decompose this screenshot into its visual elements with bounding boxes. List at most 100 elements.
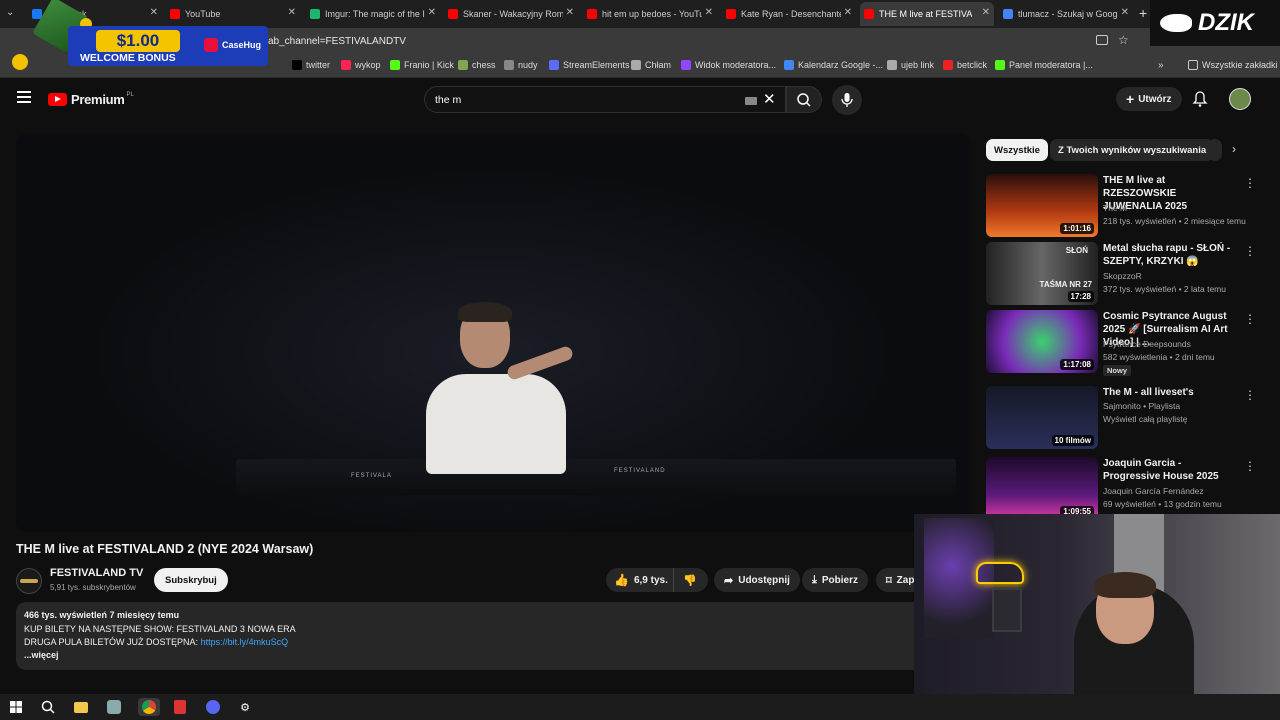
chip-from-search[interactable]: Z Twoich wyników wyszukiwania: [1050, 139, 1215, 161]
bookmark-item[interactable]: ujeb link: [887, 60, 934, 70]
file-explorer-icon[interactable]: [72, 698, 90, 716]
browser-tab[interactable]: Skaner - Wakacyjny Roma ✕: [444, 2, 578, 26]
recommendation-channel[interactable]: Sajmonito • Playlista: [1103, 401, 1180, 411]
recommendation-item[interactable]: 1:01:16 THE M live at RZESZOWSKIE JUWENAL…: [986, 174, 1256, 238]
close-tab-icon[interactable]: ✕: [844, 7, 852, 18]
browser-tab[interactable]: tlumacz - Szukaj w Googl ✕: [999, 2, 1133, 26]
chevron-right-icon[interactable]: ›: [1232, 142, 1236, 156]
dislike-button[interactable]: 👎: [674, 574, 697, 587]
more-actions-icon[interactable]: ⋮: [1244, 176, 1256, 190]
recommendation-title[interactable]: Joaquin Garcia - Progressive House 2025: [1103, 457, 1238, 483]
notifications-bell-icon[interactable]: [1192, 90, 1208, 113]
youtube-logo[interactable]: Premium PL: [48, 92, 134, 107]
close-tab-icon[interactable]: ✕: [428, 7, 436, 18]
search-input[interactable]: the m: [435, 94, 461, 106]
discord-icon[interactable]: [204, 698, 222, 716]
close-tab-icon[interactable]: ✕: [982, 7, 990, 18]
close-tab-icon[interactable]: ✕: [705, 7, 713, 18]
video-player[interactable]: FESTIVALA FESTIVALAND: [16, 134, 970, 532]
video-thumbnail[interactable]: 1:01:16: [986, 174, 1098, 237]
description-box[interactable]: 466 tys. wyświetleń 7 miesięcy temu KUP …: [16, 602, 970, 670]
new-tab-button[interactable]: +: [1139, 5, 1147, 21]
recommendation-item[interactable]: SŁOŃ TAŚMA NR 27 17:28 Metal słucha rapu - …: [986, 242, 1256, 306]
wykop-icon: [341, 60, 351, 70]
more-actions-icon[interactable]: ⋮: [1244, 312, 1256, 326]
close-tab-icon[interactable]: ✕: [566, 7, 574, 18]
kick-icon: [390, 60, 400, 70]
bookmark-item[interactable]: betclick: [943, 60, 987, 70]
download-button[interactable]: ⤓ Pobierz: [802, 568, 868, 592]
bookmark-item[interactable]: StreamElements: [549, 60, 630, 70]
avatar[interactable]: [1229, 88, 1251, 110]
bookmark-item[interactable]: nudy: [504, 60, 538, 70]
subscribe-button[interactable]: Subskrybuj: [154, 568, 228, 592]
more-bookmarks-icon[interactable]: »: [1158, 60, 1164, 71]
chip-all[interactable]: Wszystkie: [986, 139, 1048, 161]
install-app-icon[interactable]: [1096, 35, 1108, 45]
bookmark-item[interactable]: Franio | Kick: [390, 60, 454, 70]
close-tab-icon[interactable]: ✕: [1121, 7, 1129, 18]
browser-tab[interactable]: hit em up bedoes - YouTu ✕: [583, 2, 717, 26]
app-icon[interactable]: [171, 698, 189, 716]
search-box[interactable]: the m ✕: [424, 86, 786, 113]
save-button[interactable]: ⌑ Zap: [876, 568, 914, 592]
recommendation-item[interactable]: 1:09:55 Joaquin Garcia - Progressive Hous…: [986, 457, 1256, 521]
description-link[interactable]: https://bit.ly/4mkuScQ: [201, 637, 289, 647]
recommendation-channel[interactable]: Psytrance Deepsounds: [1103, 339, 1191, 349]
browser-tab[interactable]: THE M live at FESTIVA ✕: [860, 2, 994, 26]
recommendation-channel[interactable]: SkopzzoR: [1103, 271, 1142, 281]
browser-tab[interactable]: Imgur: The magic of the I ✕: [306, 2, 440, 26]
more-actions-icon[interactable]: ⋮: [1244, 244, 1256, 258]
bookmark-label: Chłam: [645, 60, 672, 70]
show-more-button[interactable]: ...więcej: [24, 650, 59, 660]
search-button[interactable]: [786, 86, 822, 113]
like-button[interactable]: 👍 6,9 tys.: [606, 568, 674, 592]
youtube-page: Premium PL the m ✕ + Utwórz FESTIVALA FE…: [0, 80, 1280, 694]
recommendation-channel[interactable]: Joaquin García Fernández: [1103, 486, 1204, 496]
bookmark-item[interactable]: Widok moderatora...: [681, 60, 776, 70]
channel-name[interactable]: FESTIVALAND TV: [50, 567, 143, 579]
recommendation-item[interactable]: 1:17:08 Cosmic Psytrance August 2025 🚀 [S…: [986, 310, 1256, 376]
bookmark-item[interactable]: twitter: [292, 60, 330, 70]
casino-ad-overlay[interactable]: $1.00 WELCOME BONUS CaseHug: [0, 0, 268, 78]
settings-gear-icon[interactable]: ⚙: [236, 698, 254, 716]
recommendation-item[interactable]: 10 filmów The M - all liveset's Sajmonito …: [986, 386, 1256, 450]
more-actions-icon[interactable]: ⋮: [1244, 388, 1256, 402]
recommendation-channel[interactable]: The M: [1103, 203, 1127, 213]
channel-avatar[interactable]: [16, 568, 42, 594]
voice-search-button[interactable]: [832, 85, 862, 115]
bookmark-label: Widok moderatora...: [695, 60, 777, 70]
bookmark-star-icon[interactable]: ☆: [1118, 33, 1129, 47]
search-icon: [797, 93, 811, 107]
bookmark-item[interactable]: chess: [458, 60, 496, 70]
bookmark-item[interactable]: Panel moderatora |...: [995, 60, 1093, 70]
more-actions-icon[interactable]: ⋮: [1244, 459, 1256, 473]
browser-tab[interactable]: Kate Ryan - Desenchante ✕: [722, 2, 856, 26]
download-icon: ⤓: [812, 573, 817, 586]
description-line: KUP BILETY NA NASTĘPNE SHOW: FESTIVALAND…: [24, 624, 296, 634]
all-bookmarks-button[interactable]: Wszystkie zakładki: [1188, 60, 1278, 70]
bookmark-item[interactable]: wykop: [341, 60, 381, 70]
bookmark-item[interactable]: Chłam: [631, 60, 671, 70]
create-button[interactable]: + Utwórz: [1116, 87, 1182, 111]
video-thumbnail[interactable]: 1:09:55: [986, 457, 1098, 520]
search-icon[interactable]: [39, 698, 57, 716]
video-thumbnail[interactable]: 10 filmów: [986, 386, 1098, 449]
app-icon[interactable]: [105, 698, 123, 716]
clear-search-icon[interactable]: ✕: [763, 90, 776, 108]
keyboard-icon[interactable]: [745, 97, 757, 105]
windows-start-icon[interactable]: [7, 698, 25, 716]
bookmark-item[interactable]: Kalendarz Google -...: [784, 60, 883, 70]
video-thumbnail[interactable]: SŁOŃ TAŚMA NR 27 17:28: [986, 242, 1098, 305]
video-thumbnail[interactable]: 1:17:08: [986, 310, 1098, 373]
chrome-icon[interactable]: [138, 698, 160, 716]
recommendation-title[interactable]: Metal słucha rapu - SŁOŃ - SZEPTY, KRZYK…: [1103, 242, 1238, 268]
close-tab-icon[interactable]: ✕: [288, 7, 296, 18]
recommendation-title[interactable]: The M - all liveset's: [1103, 386, 1238, 399]
bonus-label: WELCOME BONUS: [80, 52, 176, 64]
url-text[interactable]: ab_channel=FESTIVALANDTV: [268, 36, 406, 47]
chip-partial[interactable]: [1208, 139, 1222, 161]
share-button[interactable]: ➦ Udostępnij: [714, 568, 800, 592]
hamburger-menu-icon[interactable]: [17, 91, 31, 103]
stream-brand-overlay: DZIK: [1150, 0, 1280, 46]
